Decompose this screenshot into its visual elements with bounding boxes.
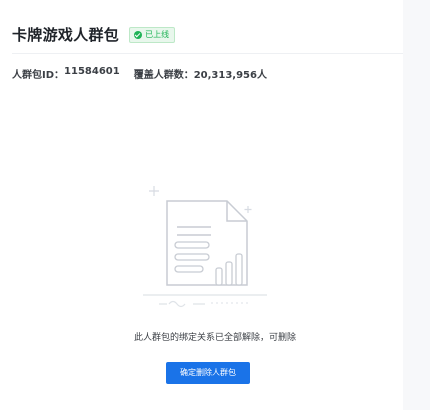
crowd-pack-id-label: 人群包ID： [12,70,65,81]
panel-header: 卡牌游戏人群包 已上线 [12,24,176,45]
page-title: 卡牌游戏人群包 [12,26,120,44]
status-label: 已上线 [145,29,170,39]
coverage-count-value: 20,313,956人 [193,70,267,81]
crowd-pack-id: 人群包ID： 11584601 [12,66,120,81]
empty-document-icon [143,186,267,308]
crowd-pack-meta: 人群包ID： 11584601 覆盖人群数： 20,313,956人 [12,66,267,81]
crowd-pack-panel: 卡牌游戏人群包 已上线 人群包ID： 11584601 覆盖人群数： 20,31… [0,0,403,410]
crowd-pack-id-value: 11584601 [64,66,120,77]
check-circle-icon [134,30,143,39]
coverage-count-label: 覆盖人群数： [133,70,194,81]
status-badge: 已上线 [129,26,176,43]
confirm-delete-button[interactable]: 确定删除人群包 [166,362,250,384]
right-side-area [403,0,430,410]
header-divider [12,53,403,54]
coverage-count: 覆盖人群数： 20,313,956人 [134,66,267,81]
empty-state-message: 此人群包的绑定关系已全部解除，可删除 [133,333,296,343]
